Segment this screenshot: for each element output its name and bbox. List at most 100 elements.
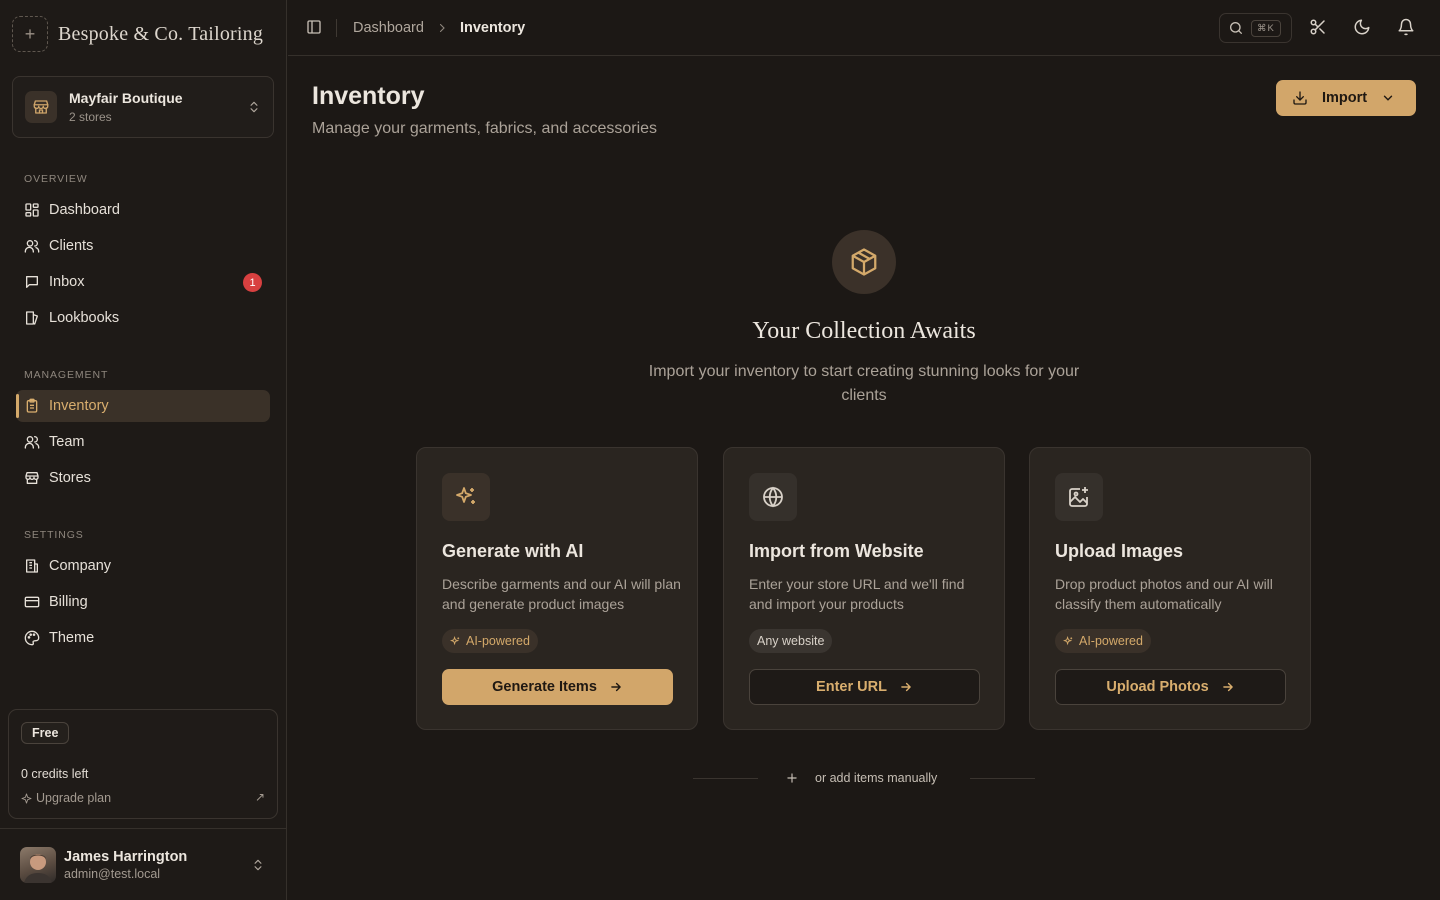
add-manually-label: or add items manually <box>815 771 938 785</box>
arrow-right-icon <box>901 682 911 692</box>
card-title: Upload Images <box>1055 541 1184 561</box>
credit-card-icon <box>24 596 40 608</box>
card-tag: AI-powered <box>442 629 538 653</box>
users-icon <box>24 240 40 253</box>
palette-icon <box>24 630 40 646</box>
credits-remaining: 0 credits left <box>21 767 89 781</box>
divider <box>336 19 337 37</box>
card-description: Describe garments and our AI will plan a… <box>442 576 681 612</box>
team-icon <box>24 436 40 449</box>
scissors-icon[interactable] <box>1309 18 1327 36</box>
upgrade-plan-link[interactable]: Upgrade plan <box>21 791 111 805</box>
divider-line <box>970 778 1035 779</box>
upload-photos-button[interactable]: Upload Photos <box>1055 669 1286 705</box>
page-subtitle: Manage your garments, fabrics, and acces… <box>312 120 658 137</box>
card-generate-ai: Generate with AI Describe garments and o… <box>416 447 698 730</box>
sidebar-item-lookbooks[interactable]: Lookbooks <box>16 302 270 334</box>
plan-card: Free 0 credits left Upgrade plan ↗ <box>8 709 278 819</box>
sidebar-item-label: Dashboard <box>49 202 120 218</box>
generate-items-button[interactable]: Generate Items <box>442 669 673 705</box>
sparkle-icon <box>21 792 32 804</box>
breadcrumb: Dashboard Inventory <box>353 0 525 56</box>
external-arrow-icon[interactable]: ↗ <box>255 790 265 804</box>
clipboard-icon <box>26 398 38 413</box>
page-title: Inventory <box>312 82 425 110</box>
sidebar-item-label: Billing <box>49 594 88 610</box>
sidebar-item-theme[interactable]: Theme <box>16 622 270 654</box>
user-name: James Harrington <box>64 848 188 865</box>
arrow-right-icon <box>611 682 621 692</box>
message-icon <box>26 276 38 288</box>
sidebar-item-team[interactable]: Team <box>16 426 270 458</box>
search-button[interactable]: ⌘K <box>1219 13 1292 43</box>
card-title: Import from Website <box>749 541 924 561</box>
user-menu[interactable]: James Harrington admin@test.local <box>0 828 287 900</box>
chevrons-up-down-icon <box>250 101 258 113</box>
sparkles-icon <box>450 635 460 645</box>
add-manually-row: or add items manually <box>693 768 1035 788</box>
sidebar-toggle-icon[interactable] <box>306 19 322 35</box>
sidebar-item-clients[interactable]: Clients <box>16 230 270 262</box>
empty-state-title: Your Collection Awaits <box>752 318 976 344</box>
section-label-overview: OVERVIEW <box>24 173 88 185</box>
sidebar-item-label: Lookbooks <box>49 310 120 326</box>
sidebar-item-inbox[interactable]: Inbox 1 <box>16 266 270 298</box>
card-description: Enter your store URL and we'll find and … <box>749 576 965 612</box>
import-button[interactable]: Import <box>1276 80 1416 116</box>
top-bar: Dashboard Inventory ⌘K <box>288 0 1440 56</box>
image-plus-icon <box>1055 473 1103 521</box>
chevron-down-icon <box>1383 95 1393 101</box>
bell-icon[interactable] <box>1397 18 1415 36</box>
sidebar-item-stores[interactable]: Stores <box>16 462 270 494</box>
sidebar-item-inventory[interactable]: Inventory <box>16 390 270 422</box>
sidebar-item-label: Inbox <box>49 274 85 290</box>
store-icon <box>25 91 57 123</box>
arrow-right-icon <box>1222 682 1233 692</box>
chevrons-up-down-icon <box>254 859 262 871</box>
sidebar-item-label: Inventory <box>49 398 109 414</box>
plan-badge: Free <box>21 722 70 744</box>
card-import-website: Import from Website Enter your store URL… <box>723 447 1005 730</box>
sidebar-item-label: Theme <box>49 630 95 646</box>
logo-placeholder-icon: + <box>12 16 48 52</box>
card-upload-images: Upload Images Drop product photos and ou… <box>1029 447 1311 730</box>
avatar <box>20 846 56 883</box>
sidebar: + Bespoke & Co. Tailoring Mayfair Boutiq… <box>0 0 287 900</box>
download-icon <box>1293 91 1307 105</box>
search-icon <box>1230 22 1242 34</box>
button-label: Upload Photos <box>1106 679 1209 695</box>
import-label: Import <box>1322 90 1368 106</box>
brand[interactable]: + Bespoke & Co. Tailoring <box>12 16 263 52</box>
card-tag-label: AI-powered <box>1079 634 1143 648</box>
store-switcher[interactable]: Mayfair Boutique 2 stores <box>12 76 274 138</box>
breadcrumb-current: Inventory <box>459 20 526 36</box>
moon-icon[interactable] <box>1353 18 1371 36</box>
card-title: Generate with AI <box>442 541 584 561</box>
sparkles-icon <box>1063 635 1073 645</box>
button-label: Generate Items <box>492 679 597 695</box>
upgrade-label: Upgrade plan <box>36 791 112 805</box>
globe-icon <box>749 473 797 521</box>
building-icon <box>25 559 38 573</box>
package-icon <box>832 230 896 294</box>
sidebar-item-dashboard[interactable]: Dashboard <box>16 194 270 226</box>
button-label: Enter URL <box>816 679 887 695</box>
card-tag-label: Any website <box>757 634 825 648</box>
sidebar-item-label: Clients <box>49 238 94 254</box>
sidebar-item-billing[interactable]: Billing <box>16 586 270 618</box>
plus-icon <box>787 773 797 783</box>
sidebar-item-label: Team <box>49 434 85 450</box>
empty-state-description: Import your inventory to start creating … <box>648 363 1080 404</box>
add-items-manually-link[interactable]: or add items manually <box>785 768 937 788</box>
chevron-right-icon <box>439 23 445 33</box>
unread-badge: 1 <box>243 273 262 292</box>
book-icon <box>26 311 38 325</box>
dashboard-icon <box>25 203 39 217</box>
sidebar-item-company[interactable]: Company <box>16 550 270 582</box>
search-shortcut: ⌘K <box>1251 19 1281 37</box>
enter-url-button[interactable]: Enter URL <box>749 669 980 705</box>
card-tag: AI-powered <box>1055 629 1151 653</box>
brand-name: Bespoke & Co. Tailoring <box>58 22 264 45</box>
breadcrumb-dashboard[interactable]: Dashboard <box>353 20 424 36</box>
store-name: Mayfair Boutique <box>69 90 183 106</box>
